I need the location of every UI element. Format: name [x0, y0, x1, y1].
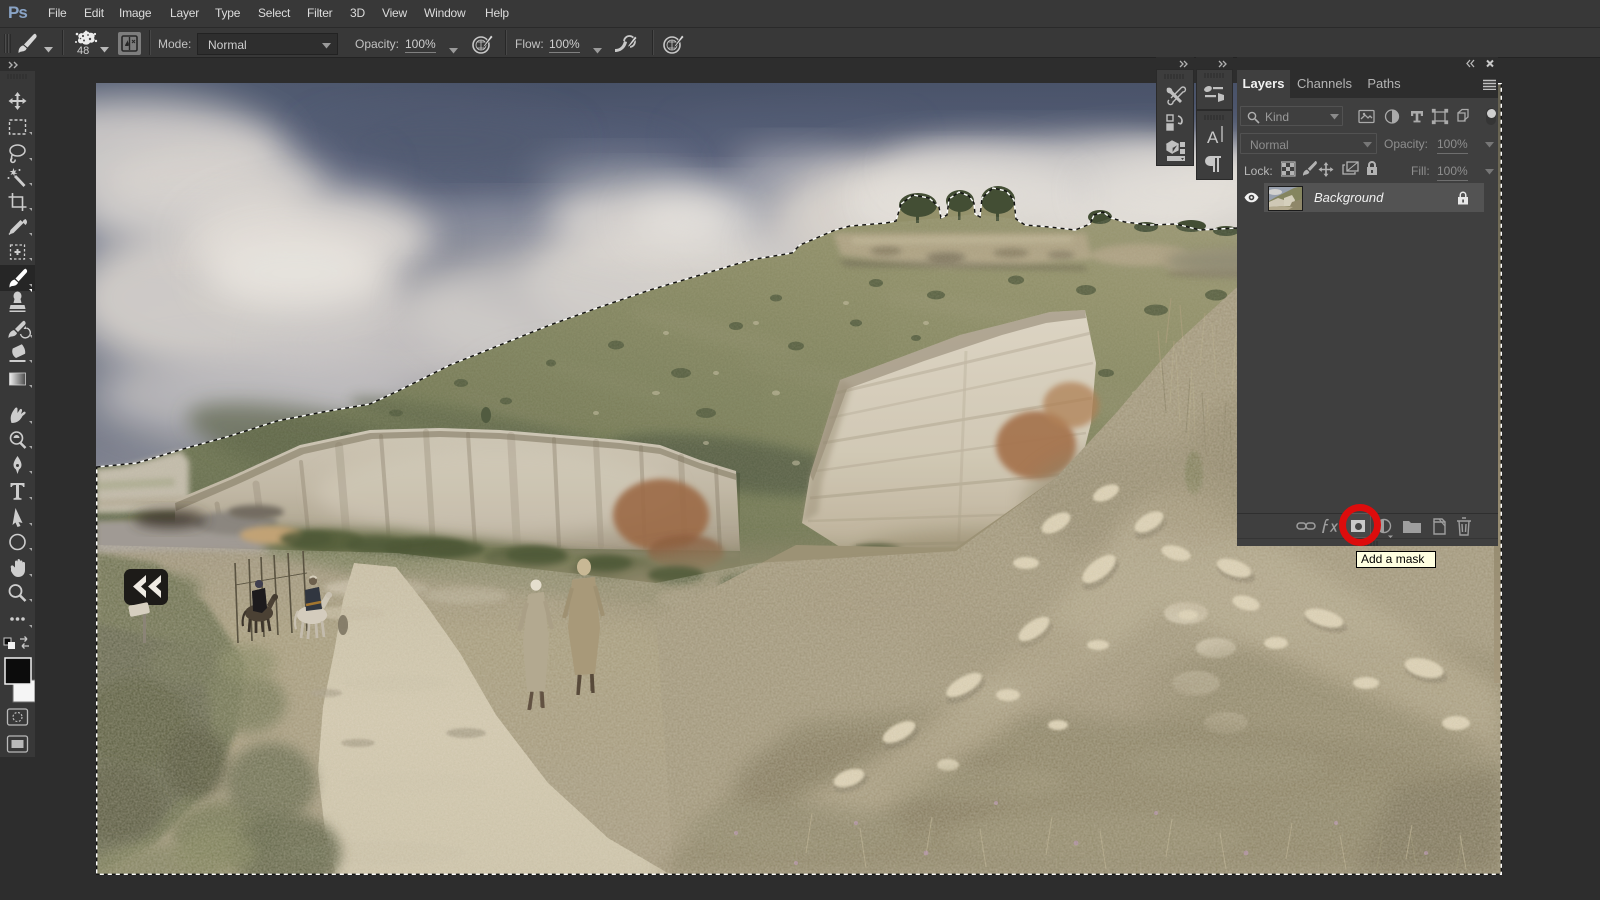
- svg-text:A: A: [1207, 128, 1219, 147]
